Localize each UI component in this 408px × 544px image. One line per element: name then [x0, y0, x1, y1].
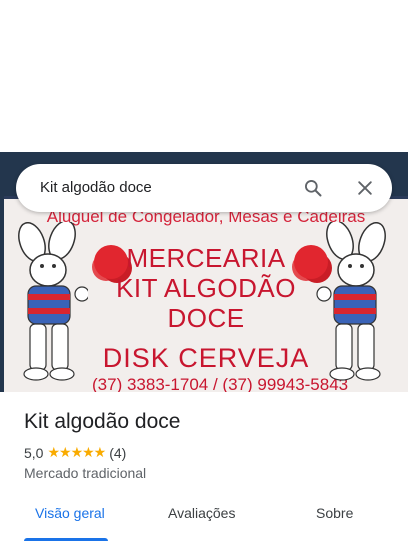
- close-icon[interactable]: [355, 178, 375, 198]
- tab-bar: Visão geral Avaliações Sobre: [0, 492, 408, 544]
- place-category[interactable]: Mercado tradicional: [24, 465, 146, 481]
- top-blank-area: [0, 0, 408, 152]
- rating-value: 5,0: [24, 444, 44, 461]
- search-query-text[interactable]: Kit algodão doce: [40, 179, 152, 196]
- active-tab-indicator: [24, 538, 108, 541]
- tab-about[interactable]: Sobre: [316, 505, 353, 521]
- review-count[interactable]: (4): [109, 445, 126, 461]
- sign-phone-numbers: (37) 3383-1704 / (37) 99943-5843: [92, 375, 349, 392]
- rating-row[interactable]: 5,0 ★★★★★ (4): [24, 444, 126, 461]
- rabbit-mascot-left: [18, 222, 88, 381]
- search-bar[interactable]: Kit algodão doce: [16, 164, 392, 212]
- rabbit-mascot-right: [316, 222, 386, 381]
- search-icon[interactable]: [303, 178, 323, 198]
- tab-reviews[interactable]: Avaliações: [168, 505, 235, 521]
- tab-overview[interactable]: Visão geral: [35, 505, 105, 521]
- place-name: Kit algodão doce: [24, 410, 181, 433]
- star-rating-icon: ★★★★★: [47, 444, 106, 460]
